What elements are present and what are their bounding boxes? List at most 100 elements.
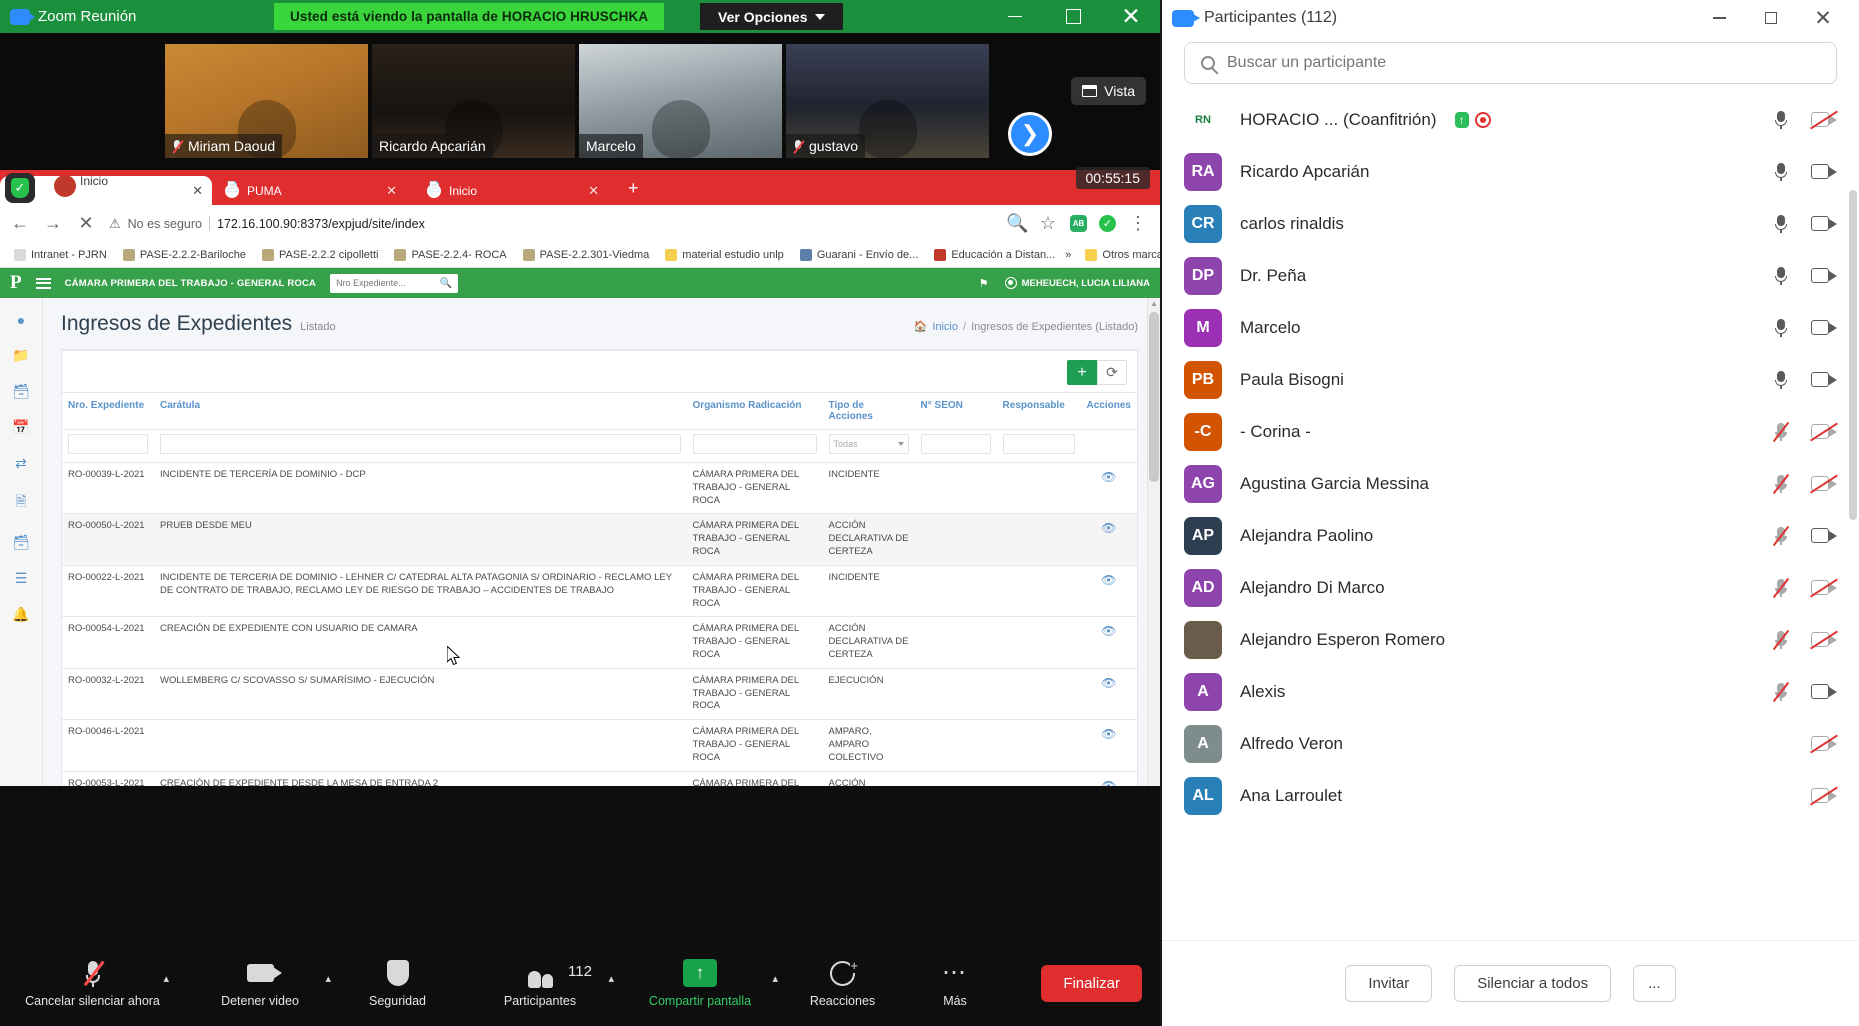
bookmark-star-icon[interactable]: ☆ [1038, 213, 1058, 234]
mic-icon[interactable] [1773, 370, 1789, 390]
adblock-extension-icon[interactable]: AB [1070, 215, 1087, 232]
participants-scrollbar[interactable] [1849, 190, 1857, 850]
refresh-button[interactable]: ⟳ [1097, 360, 1127, 385]
sidebar-item-archive[interactable]: 🗃 [12, 383, 30, 400]
table-row[interactable]: RO-00032-L-2021 WOLLEMBERG C/ SCOVASSO S… [62, 668, 1137, 719]
participant-row[interactable]: CR carlos rinaldis [1162, 198, 1859, 250]
stop-loading-icon[interactable]: ✕ [76, 213, 96, 234]
app-scrollbar[interactable]: ▲ [1147, 298, 1160, 786]
close-button[interactable]: ✕ [1797, 0, 1849, 36]
end-meeting-button[interactable]: Finalizar [1041, 965, 1142, 1002]
participant-search-box[interactable] [1184, 42, 1837, 84]
sidebar-item-dashboard[interactable]: ● [17, 312, 25, 328]
bookmark-item[interactable]: PASE-2.2.301-Viedma [517, 247, 656, 263]
camera-icon[interactable] [1811, 216, 1837, 233]
video-tile[interactable]: Ricardo Apcarián [372, 44, 575, 158]
table-row[interactable]: RO-00046-L-2021 CÁMARA PRIMERA DEL TRABA… [62, 720, 1137, 771]
column-header-caratula[interactable]: Carátula [154, 393, 687, 430]
camera-icon[interactable] [1811, 320, 1837, 337]
participant-row[interactable]: AL Ana Larroulet [1162, 770, 1859, 822]
camera-icon[interactable] [1811, 164, 1837, 181]
participant-search-input[interactable] [1227, 54, 1820, 72]
video-tile[interactable]: Miriam Daoud [165, 44, 368, 158]
toolbar-participants-button[interactable]: 112 Participantes ▴ [460, 940, 620, 1026]
browser-tab-inicio[interactable]: Inicio ✕ [418, 176, 608, 205]
filter-nro-input[interactable] [68, 434, 148, 454]
sidebar-item-document[interactable]: 🗎 [15, 491, 26, 515]
mic-icon[interactable] [1773, 318, 1789, 338]
toolbar-mute-button[interactable]: Cancelar silenciar ahora ▴ [0, 940, 185, 1026]
close-tab-icon[interactable]: ✕ [386, 183, 397, 199]
camera-off-icon[interactable] [1811, 788, 1837, 805]
view-expediente-icon[interactable]: 👁 [1087, 778, 1131, 786]
participant-row[interactable]: Alejandro Esperon Romero [1162, 614, 1859, 666]
security-extension-icon[interactable]: ✓ [1099, 215, 1116, 232]
participants-list[interactable]: RN HORACIO ... (Coanfitrión) ↑ RA Ricard… [1162, 94, 1859, 854]
filter-seon-input[interactable] [921, 434, 991, 454]
toolbar-security-button[interactable]: Seguridad [335, 940, 460, 1026]
camera-off-icon[interactable] [1811, 424, 1837, 441]
filter-responsable-input[interactable] [1003, 434, 1075, 454]
sidebar-item-transfer[interactable]: ⇄ [15, 455, 27, 472]
other-bookmarks-folder[interactable]: Otros marcadores [1079, 247, 1160, 263]
bookmark-item[interactable]: material estudio unlp [659, 247, 790, 263]
view-switch-button[interactable]: Vista [1071, 77, 1146, 105]
bookmark-item[interactable]: Educación a Distan... [928, 247, 1061, 263]
mic-icon[interactable] [1773, 266, 1789, 286]
camera-off-icon[interactable] [1811, 476, 1837, 493]
forward-icon[interactable]: → [43, 213, 63, 234]
sidebar-item-notifications[interactable]: 🔔 [12, 606, 29, 623]
camera-icon[interactable] [1811, 684, 1837, 701]
view-options-button[interactable]: Ver Opciones [700, 3, 843, 30]
close-tab-icon[interactable]: ✕ [192, 183, 203, 199]
view-expediente-icon[interactable]: 👁 [1087, 572, 1131, 588]
breadcrumb-home[interactable]: Inicio [932, 321, 958, 333]
filter-tipo-select[interactable]: Todas [829, 434, 909, 454]
participant-row[interactable]: M Marcelo [1162, 302, 1859, 354]
mic-muted-icon[interactable] [1773, 630, 1789, 650]
column-header-organismo[interactable]: Organismo Radicación [687, 393, 823, 430]
participant-row[interactable]: A Alfredo Veron [1162, 718, 1859, 770]
next-page-arrow-button[interactable]: ❯ [1008, 112, 1052, 156]
participant-row[interactable]: PB Paula Bisogni [1162, 354, 1859, 406]
participant-row[interactable]: AP Alejandra Paolino [1162, 510, 1859, 562]
user-menu[interactable]: MEHEUECH, LUCIA LILIANA [1005, 277, 1150, 289]
column-header-tipo[interactable]: Tipo de Acciones [823, 393, 915, 430]
column-header-responsable[interactable]: Responsable [997, 393, 1081, 430]
table-row[interactable]: RO-00050-L-2021 PRUEB DESDE MEU CÁMARA P… [62, 514, 1137, 565]
table-row[interactable]: RO-00053-L-2021 CREACIÓN DE EXPEDIENTE D… [62, 771, 1137, 786]
view-expediente-icon[interactable]: 👁 [1087, 520, 1131, 536]
scrollbar-thumb[interactable] [1849, 190, 1857, 520]
camera-off-icon[interactable] [1811, 580, 1837, 597]
camera-icon[interactable] [1811, 268, 1837, 285]
maximize-button[interactable] [1044, 0, 1102, 33]
add-expediente-button[interactable]: + [1067, 360, 1097, 385]
participant-row[interactable]: A Alexis [1162, 666, 1859, 718]
view-expediente-icon[interactable]: 👁 [1087, 469, 1131, 485]
toolbar-share-screen-button[interactable]: ↑ Compartir pantalla ▴ [620, 940, 780, 1026]
chevron-up-icon[interactable]: ▴ [325, 972, 331, 985]
mic-muted-icon[interactable] [1773, 422, 1789, 442]
chevron-up-icon[interactable]: ▴ [163, 972, 169, 985]
camera-icon[interactable] [1811, 372, 1837, 389]
minimize-button[interactable] [986, 0, 1044, 33]
camera-off-icon[interactable] [1811, 736, 1837, 753]
toolbar-video-button[interactable]: Detener video ▴ [185, 940, 335, 1026]
bookmarks-overflow-icon[interactable]: » [1065, 249, 1071, 261]
browser-tab-puma[interactable]: PUMA ✕ [216, 176, 406, 205]
table-row[interactable]: RO-00039-L-2021 INCIDENTE DE TERCERÍA DE… [62, 463, 1137, 514]
video-tile[interactable]: Marcelo [579, 44, 782, 158]
sidebar-item-folder[interactable]: 📁 [12, 347, 29, 364]
mic-muted-icon[interactable] [1773, 578, 1789, 598]
camera-off-icon[interactable] [1811, 632, 1837, 649]
bookmark-item[interactable]: Intranet - PJRN [8, 247, 113, 263]
mute-all-button[interactable]: Silenciar a todos [1454, 965, 1611, 1002]
menu-toggle-icon[interactable] [36, 278, 51, 289]
flag-icon[interactable]: ⚑ [979, 277, 989, 290]
camera-off-icon[interactable] [1811, 112, 1837, 129]
expediente-search-input[interactable] [336, 278, 452, 288]
mic-icon[interactable] [1773, 110, 1789, 130]
scroll-up-icon[interactable]: ▲ [1150, 299, 1158, 308]
mic-muted-icon[interactable] [1773, 526, 1789, 546]
more-options-button[interactable]: ... [1633, 965, 1676, 1002]
